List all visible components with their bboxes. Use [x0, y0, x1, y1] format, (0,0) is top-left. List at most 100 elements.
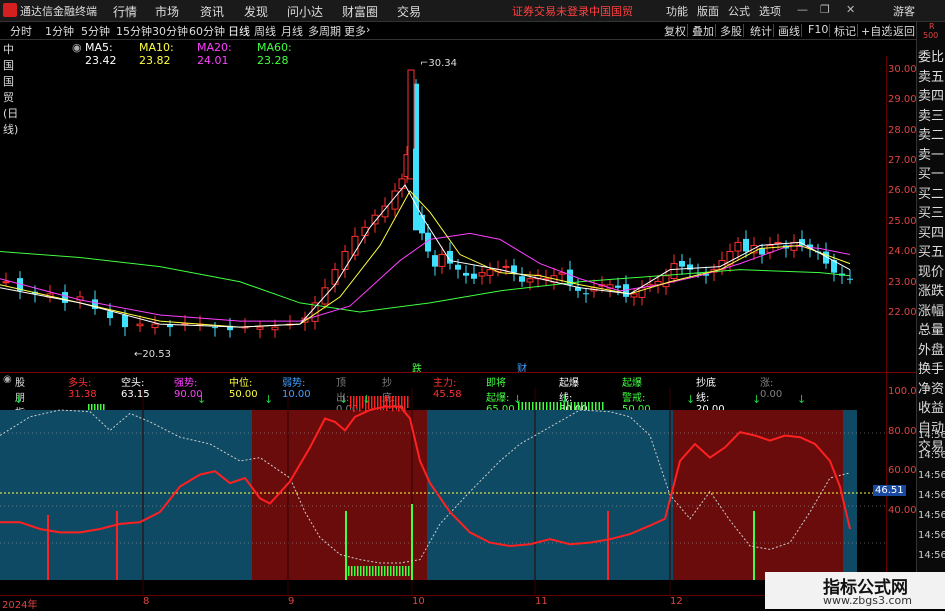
- indicator-bar: [393, 566, 395, 576]
- indicator-bar: [378, 566, 380, 576]
- candle-body: [181, 322, 189, 325]
- side-panel-item[interactable]: 涨跌: [918, 280, 944, 299]
- candle-body: [679, 260, 685, 267]
- indicator-bar: [100, 404, 102, 410]
- login-warning[interactable]: 证券交易未登录: [512, 3, 589, 19]
- tool-add-watchlist[interactable]: +自选: [861, 23, 892, 39]
- candle-body: [107, 311, 113, 319]
- menu-zixun[interactable]: 资讯: [200, 3, 224, 20]
- side-panel-item[interactable]: 净资: [918, 378, 944, 397]
- side-panel-item[interactable]: 现价: [918, 261, 944, 280]
- candle-body: [478, 272, 486, 277]
- period-1min[interactable]: 1分钟: [45, 23, 74, 39]
- candle-body: [662, 275, 670, 288]
- close-icon[interactable]: ✕: [846, 3, 855, 16]
- kline-chart[interactable]: [0, 56, 886, 372]
- price-axis-label: 29.00: [888, 94, 917, 105]
- side-panel-item[interactable]: 收益: [918, 397, 944, 416]
- tool-fuquan[interactable]: 复权: [664, 23, 686, 39]
- side-panel-item[interactable]: 买三: [918, 202, 944, 221]
- candle-body: [341, 251, 349, 271]
- indicator-bar: [88, 404, 90, 410]
- menu-shichang[interactable]: 市场: [155, 3, 179, 20]
- period-fenshi[interactable]: 分时: [10, 23, 32, 39]
- menu-hangqing[interactable]: 行情: [113, 3, 137, 20]
- period-5min[interactable]: 5分钟: [81, 23, 110, 39]
- indicator-bar: [369, 566, 371, 576]
- side-panel-item[interactable]: 委比: [918, 46, 944, 65]
- candle-body: [759, 248, 765, 255]
- side-panel-item[interactable]: 买二: [918, 183, 944, 202]
- indicator-settings-icon[interactable]: ◉: [3, 374, 12, 385]
- side-panel-item[interactable]: 涨幅: [918, 300, 944, 319]
- period-monthly[interactable]: 月线: [281, 23, 303, 39]
- dropdown-icon[interactable]: ◉: [72, 41, 82, 54]
- side-panel-item[interactable]: 卖四: [918, 85, 944, 104]
- tool-huaxian[interactable]: 画线: [778, 23, 800, 39]
- candle-body: [630, 293, 638, 298]
- side-panel-item[interactable]: 买五: [918, 241, 944, 260]
- low-annotation: ←20.53: [134, 349, 172, 360]
- quote-side-panel: R 500 委比 卖五 卖四 卖三 卖二 卖一 买一 买二 买三 买四 买五 现价 涨跌 涨幅 总量 外盘 换手…: [916, 22, 945, 609]
- side-panel-item[interactable]: 卖五: [918, 66, 944, 85]
- tool-duogu[interactable]: 多股: [720, 23, 742, 39]
- chevron-right-icon[interactable]: ›: [366, 23, 370, 36]
- side-panel-item[interactable]: 换手: [918, 358, 944, 377]
- tool-back[interactable]: 返回: [893, 23, 915, 39]
- tool-tongji[interactable]: 统计: [750, 23, 772, 39]
- period-15min[interactable]: 15分钟: [116, 23, 152, 39]
- indicator-axis-label: 40.00: [888, 505, 917, 516]
- signal-arrow-icon: ↓: [339, 393, 349, 406]
- indicator-bar: [390, 566, 392, 576]
- menu-banmian[interactable]: 版面: [697, 3, 719, 19]
- menu-gongshi[interactable]: 公式: [728, 3, 750, 19]
- period-60min[interactable]: 60分钟: [189, 23, 225, 39]
- indicator-bar: [528, 402, 530, 410]
- menu-gongneng[interactable]: 功能: [666, 3, 688, 19]
- side-panel-item[interactable]: 卖三: [918, 105, 944, 124]
- menu-wenxiaoda[interactable]: 问小达: [287, 3, 323, 20]
- period-more[interactable]: 更多: [344, 23, 366, 39]
- side-panel-item[interactable]: 卖二: [918, 124, 944, 143]
- price-axis-label: 25.00: [888, 216, 917, 227]
- restore-icon[interactable]: ❐: [820, 3, 830, 16]
- period-weekly[interactable]: 周线: [254, 23, 276, 39]
- indicator-bar: [103, 404, 105, 410]
- indicator-axis-label: 60.00: [888, 465, 917, 476]
- side-panel-item[interactable]: 总量: [918, 319, 944, 338]
- indicator-bar: [399, 566, 401, 576]
- minimize-icon[interactable]: —: [797, 3, 808, 16]
- indicator-bar: [404, 396, 406, 412]
- period-30min[interactable]: 30分钟: [152, 23, 188, 39]
- side-panel-item[interactable]: 买一: [918, 163, 944, 182]
- tool-f10[interactable]: F10: [808, 23, 828, 36]
- candle-body: [413, 148, 419, 231]
- candle-body: [519, 276, 525, 282]
- user-guest[interactable]: 游客: [893, 3, 915, 19]
- signal-arrow-icon: ↓: [686, 393, 696, 406]
- indicator-bar: [375, 566, 377, 576]
- side-panel-item[interactable]: 外盘: [918, 339, 944, 358]
- candle-body: [271, 326, 279, 331]
- indicator-bar: [402, 566, 404, 576]
- price-axis-label: 27.00: [888, 155, 917, 166]
- candle-body: [583, 293, 589, 295]
- menu-caifuquan[interactable]: 财富圈: [342, 3, 378, 20]
- menu-xuanxiang[interactable]: 选项: [759, 3, 781, 19]
- indicator-chart[interactable]: [0, 388, 886, 596]
- indicator-bar: [581, 402, 583, 410]
- tool-biaoji[interactable]: 标记: [834, 23, 856, 39]
- side-panel-item[interactable]: 买四: [918, 222, 944, 241]
- period-daily[interactable]: 日线: [228, 23, 250, 39]
- date-label: 9: [288, 596, 295, 607]
- period-multi[interactable]: 多周期: [308, 23, 341, 39]
- tool-diejia[interactable]: 叠加: [692, 23, 714, 39]
- high-annotation: ⌐30.34: [420, 58, 458, 69]
- candle-body: [455, 264, 461, 270]
- candle-body: [774, 241, 782, 244]
- menu-jiaoyi[interactable]: 交易: [397, 3, 421, 20]
- side-panel-item[interactable]: 卖一: [918, 144, 944, 163]
- indicator-bar: [591, 402, 593, 410]
- menu-faxian[interactable]: 发现: [244, 3, 268, 20]
- candle-body: [486, 269, 494, 276]
